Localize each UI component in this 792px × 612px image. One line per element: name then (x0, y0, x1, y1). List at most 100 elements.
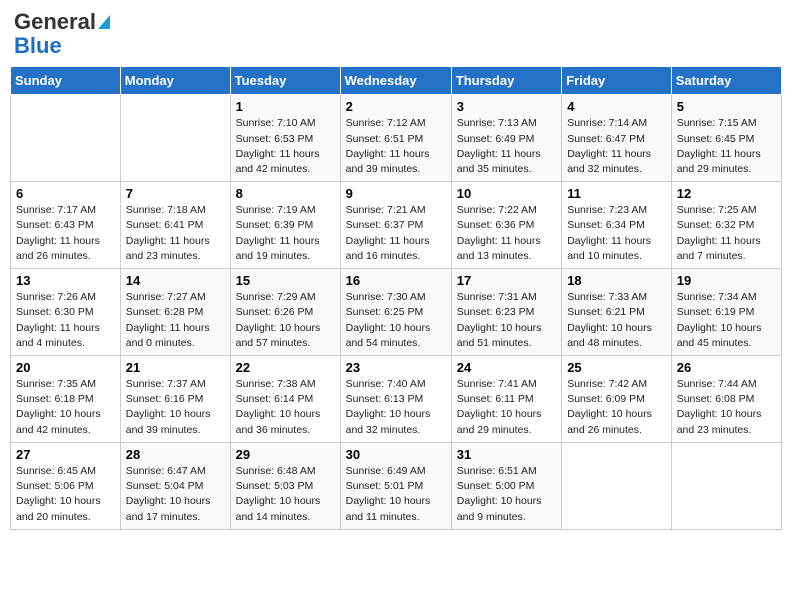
calendar-cell: 6 Sunrise: 7:17 AM Sunset: 6:43 PM Daylig… (11, 182, 121, 269)
calendar-cell: 15 Sunrise: 7:29 AM Sunset: 6:26 PM Dayli… (230, 269, 340, 356)
day-info: Sunrise: 7:22 AM Sunset: 6:36 PM Dayligh… (457, 203, 556, 264)
calendar-cell: 7 Sunrise: 7:18 AM Sunset: 6:41 PM Daylig… (120, 182, 230, 269)
day-number: 7 (126, 186, 225, 201)
day-number: 8 (236, 186, 335, 201)
day-info: Sunrise: 7:40 AM Sunset: 6:13 PM Dayligh… (346, 377, 446, 438)
day-info: Sunrise: 7:35 AM Sunset: 6:18 PM Dayligh… (16, 377, 115, 438)
day-info: Sunrise: 7:13 AM Sunset: 6:49 PM Dayligh… (457, 116, 556, 177)
calendar-table: SundayMondayTuesdayWednesdayThursdayFrid… (10, 66, 782, 529)
day-number: 21 (126, 360, 225, 375)
calendar-cell: 11 Sunrise: 7:23 AM Sunset: 6:34 PM Dayli… (562, 182, 672, 269)
day-number: 19 (677, 273, 776, 288)
calendar-cell (562, 442, 672, 529)
day-number: 6 (16, 186, 115, 201)
logo-general: General (14, 10, 96, 34)
day-info: Sunrise: 7:30 AM Sunset: 6:25 PM Dayligh… (346, 290, 446, 351)
day-number: 31 (457, 447, 556, 462)
day-info: Sunrise: 7:27 AM Sunset: 6:28 PM Dayligh… (126, 290, 225, 351)
calendar-cell: 3 Sunrise: 7:13 AM Sunset: 6:49 PM Daylig… (451, 95, 561, 182)
day-info: Sunrise: 7:42 AM Sunset: 6:09 PM Dayligh… (567, 377, 666, 438)
calendar-cell: 5 Sunrise: 7:15 AM Sunset: 6:45 PM Daylig… (671, 95, 781, 182)
calendar-cell: 21 Sunrise: 7:37 AM Sunset: 6:16 PM Dayli… (120, 356, 230, 443)
day-header-wednesday: Wednesday (340, 67, 451, 95)
day-number: 27 (16, 447, 115, 462)
calendar-cell (671, 442, 781, 529)
week-row-4: 20 Sunrise: 7:35 AM Sunset: 6:18 PM Dayli… (11, 356, 782, 443)
day-header-thursday: Thursday (451, 67, 561, 95)
week-row-2: 6 Sunrise: 7:17 AM Sunset: 6:43 PM Daylig… (11, 182, 782, 269)
day-number: 5 (677, 99, 776, 114)
calendar-cell: 31 Sunrise: 6:51 AM Sunset: 5:00 PM Dayli… (451, 442, 561, 529)
day-number: 9 (346, 186, 446, 201)
day-info: Sunrise: 6:48 AM Sunset: 5:03 PM Dayligh… (236, 464, 335, 525)
calendar-cell: 18 Sunrise: 7:33 AM Sunset: 6:21 PM Dayli… (562, 269, 672, 356)
day-info: Sunrise: 7:18 AM Sunset: 6:41 PM Dayligh… (126, 203, 225, 264)
day-info: Sunrise: 7:19 AM Sunset: 6:39 PM Dayligh… (236, 203, 335, 264)
calendar-cell: 23 Sunrise: 7:40 AM Sunset: 6:13 PM Dayli… (340, 356, 451, 443)
logo-blue: Blue (14, 34, 62, 58)
day-number: 14 (126, 273, 225, 288)
week-row-3: 13 Sunrise: 7:26 AM Sunset: 6:30 PM Dayli… (11, 269, 782, 356)
day-info: Sunrise: 7:26 AM Sunset: 6:30 PM Dayligh… (16, 290, 115, 351)
day-number: 26 (677, 360, 776, 375)
day-number: 2 (346, 99, 446, 114)
day-header-friday: Friday (562, 67, 672, 95)
day-number: 13 (16, 273, 115, 288)
day-number: 20 (16, 360, 115, 375)
day-info: Sunrise: 7:23 AM Sunset: 6:34 PM Dayligh… (567, 203, 666, 264)
day-number: 16 (346, 273, 446, 288)
day-info: Sunrise: 6:51 AM Sunset: 5:00 PM Dayligh… (457, 464, 556, 525)
day-number: 12 (677, 186, 776, 201)
calendar-cell: 27Sunrise: 6:45 AM Sunset: 5:06 PM Dayli… (11, 442, 121, 529)
day-number: 17 (457, 273, 556, 288)
calendar-cell: 30 Sunrise: 6:49 AM Sunset: 5:01 PM Dayli… (340, 442, 451, 529)
day-info: Sunrise: 6:49 AM Sunset: 5:01 PM Dayligh… (346, 464, 446, 525)
day-header-sunday: Sunday (11, 67, 121, 95)
day-info: Sunrise: 7:15 AM Sunset: 6:45 PM Dayligh… (677, 116, 776, 177)
day-info: Sunrise: 7:10 AM Sunset: 6:53 PM Dayligh… (236, 116, 335, 177)
calendar-cell: 13 Sunrise: 7:26 AM Sunset: 6:30 PM Dayli… (11, 269, 121, 356)
day-info: Sunrise: 7:17 AM Sunset: 6:43 PM Dayligh… (16, 203, 115, 264)
day-info: Sunrise: 7:21 AM Sunset: 6:37 PM Dayligh… (346, 203, 446, 264)
day-number: 15 (236, 273, 335, 288)
day-number: 18 (567, 273, 666, 288)
calendar-cell: 17 Sunrise: 7:31 AM Sunset: 6:23 PM Dayli… (451, 269, 561, 356)
header-row: SundayMondayTuesdayWednesdayThursdayFrid… (11, 67, 782, 95)
day-info: Sunrise: 7:33 AM Sunset: 6:21 PM Dayligh… (567, 290, 666, 351)
day-number: 24 (457, 360, 556, 375)
calendar-cell: 4 Sunrise: 7:14 AM Sunset: 6:47 PM Daylig… (562, 95, 672, 182)
calendar-cell: 16 Sunrise: 7:30 AM Sunset: 6:25 PM Dayli… (340, 269, 451, 356)
calendar-cell (120, 95, 230, 182)
calendar-cell: 28 Sunrise: 6:47 AM Sunset: 5:04 PM Dayli… (120, 442, 230, 529)
day-header-tuesday: Tuesday (230, 67, 340, 95)
calendar-cell: 19Sunrise: 7:34 AM Sunset: 6:19 PM Dayli… (671, 269, 781, 356)
day-number: 11 (567, 186, 666, 201)
calendar-cell: 20 Sunrise: 7:35 AM Sunset: 6:18 PM Dayli… (11, 356, 121, 443)
day-info: Sunrise: 7:38 AM Sunset: 6:14 PM Dayligh… (236, 377, 335, 438)
day-info: Sunrise: 7:37 AM Sunset: 6:16 PM Dayligh… (126, 377, 225, 438)
day-number: 10 (457, 186, 556, 201)
calendar-cell: 14 Sunrise: 7:27 AM Sunset: 6:28 PM Dayli… (120, 269, 230, 356)
day-number: 30 (346, 447, 446, 462)
day-info: Sunrise: 7:12 AM Sunset: 6:51 PM Dayligh… (346, 116, 446, 177)
day-info: Sunrise: 6:47 AM Sunset: 5:04 PM Dayligh… (126, 464, 225, 525)
calendar-cell: 9 Sunrise: 7:21 AM Sunset: 6:37 PM Daylig… (340, 182, 451, 269)
day-number: 4 (567, 99, 666, 114)
day-header-saturday: Saturday (671, 67, 781, 95)
week-row-1: 1Sunrise: 7:10 AM Sunset: 6:53 PM Daylig… (11, 95, 782, 182)
day-number: 25 (567, 360, 666, 375)
day-number: 23 (346, 360, 446, 375)
calendar-cell: 2 Sunrise: 7:12 AM Sunset: 6:51 PM Daylig… (340, 95, 451, 182)
calendar-cell: 1Sunrise: 7:10 AM Sunset: 6:53 PM Daylig… (230, 95, 340, 182)
week-row-5: 27Sunrise: 6:45 AM Sunset: 5:06 PM Dayli… (11, 442, 782, 529)
day-info: Sunrise: 7:44 AM Sunset: 6:08 PM Dayligh… (677, 377, 776, 438)
calendar-cell: 8 Sunrise: 7:19 AM Sunset: 6:39 PM Daylig… (230, 182, 340, 269)
day-info: Sunrise: 7:31 AM Sunset: 6:23 PM Dayligh… (457, 290, 556, 351)
calendar-cell (11, 95, 121, 182)
day-info: Sunrise: 7:29 AM Sunset: 6:26 PM Dayligh… (236, 290, 335, 351)
day-info: Sunrise: 7:14 AM Sunset: 6:47 PM Dayligh… (567, 116, 666, 177)
day-number: 29 (236, 447, 335, 462)
day-number: 3 (457, 99, 556, 114)
day-number: 28 (126, 447, 225, 462)
calendar-cell: 10 Sunrise: 7:22 AM Sunset: 6:36 PM Dayli… (451, 182, 561, 269)
